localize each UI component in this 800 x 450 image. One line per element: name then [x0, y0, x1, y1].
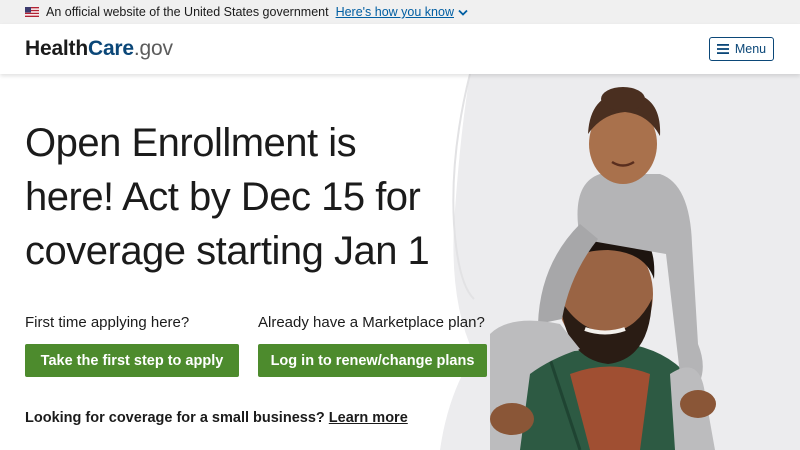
small-business-text: Looking for coverage for a small busines…	[25, 410, 325, 426]
menu-button[interactable]: Menu	[709, 37, 774, 61]
existing-plan-prompt: Already have a Marketplace plan?	[258, 314, 485, 331]
login-renew-button[interactable]: Log in to renew/change plans	[258, 344, 487, 377]
learn-more-link[interactable]: Learn more	[329, 410, 408, 426]
first-time-prompt: First time applying here?	[25, 314, 190, 331]
small-business-line: Looking for coverage for a small busines…	[25, 410, 408, 426]
gov-banner: An official website of the United States…	[0, 0, 800, 24]
apply-button[interactable]: Take the first step to apply	[25, 344, 239, 377]
hero-section: Open Enrollment is here! Act by Dec 15 f…	[0, 74, 800, 450]
family-hero-image	[440, 74, 800, 450]
chevron-down-icon[interactable]	[458, 9, 468, 16]
healthcare-gov-logo[interactable]: Health Care .gov	[25, 37, 173, 61]
hamburger-menu-icon[interactable]	[716, 44, 729, 54]
heres-how-you-know-link[interactable]: Here's how you know	[336, 5, 468, 19]
gov-banner-text: An official website of the United States…	[46, 5, 329, 19]
site-header: Health Care .gov Menu	[0, 24, 800, 74]
us-flag-icon	[25, 7, 39, 17]
hero-headline: Open Enrollment is here! Act by Dec 15 f…	[25, 121, 430, 273]
